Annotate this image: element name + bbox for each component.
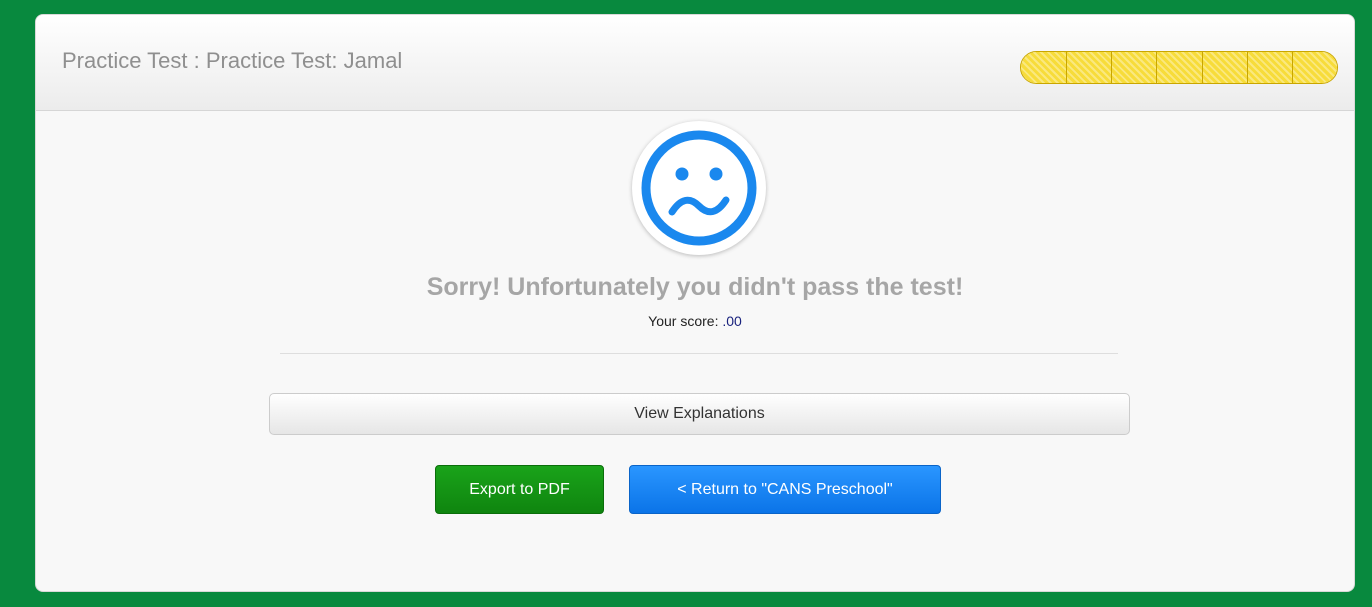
result-panel: Practice Test : Practice Test: Jamal Sor… xyxy=(35,14,1355,592)
page-title: Practice Test : Practice Test: Jamal xyxy=(62,48,403,73)
result-message: Sorry! Unfortunately you didn't pass the… xyxy=(426,273,964,301)
divider xyxy=(280,353,1118,354)
progress-segment-divider xyxy=(1201,52,1203,83)
progress-segment-divider xyxy=(1111,52,1113,83)
progress-fill xyxy=(1021,52,1337,83)
sad-face-icon xyxy=(641,130,757,246)
score-line: Your score: .00 xyxy=(36,313,1354,329)
result-icon-badge xyxy=(632,121,766,255)
progress-bar xyxy=(1020,51,1338,84)
progress-segment-divider xyxy=(1066,52,1068,83)
progress-segment-divider xyxy=(1156,52,1158,83)
score-value: .00 xyxy=(722,313,742,329)
export-pdf-button[interactable]: Export to PDF xyxy=(435,465,604,514)
view-explanations-button[interactable]: View Explanations xyxy=(269,393,1130,435)
return-button[interactable]: < Return to "CANS Preschool" xyxy=(629,465,941,514)
progress-segment-divider xyxy=(1246,52,1248,83)
progress-segment-divider xyxy=(1291,52,1293,83)
panel-header: Practice Test : Practice Test: Jamal xyxy=(36,15,1354,111)
score-label: Your score: xyxy=(648,313,719,329)
